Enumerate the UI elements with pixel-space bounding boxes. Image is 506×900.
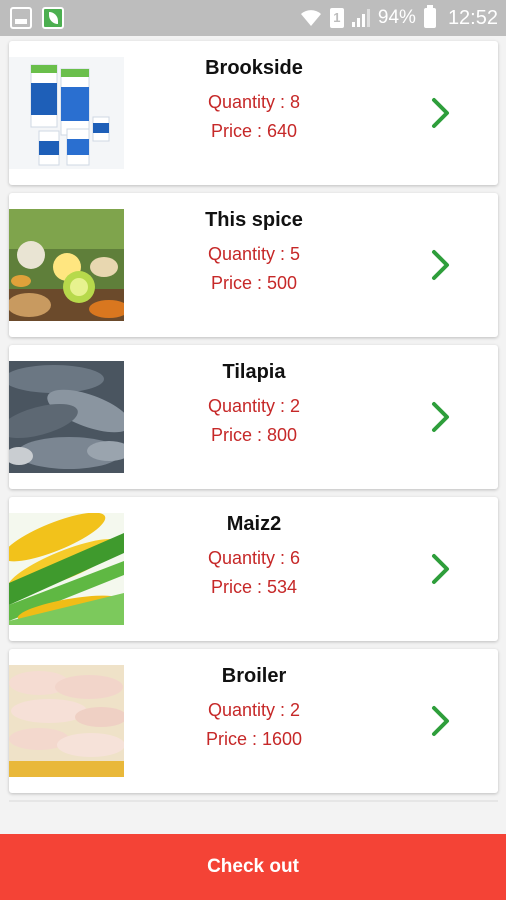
chevron-right-icon[interactable]	[430, 401, 452, 433]
product-name: Broiler	[221, 665, 287, 687]
product-info: Brookside Quantity : 8 Price : 640	[124, 57, 384, 146]
product-card[interactable]: This spice Quantity : 5 Price : 500	[9, 193, 498, 337]
battery-percent: 94%	[377, 7, 416, 28]
product-image-milk	[9, 57, 124, 169]
chevron-right-icon[interactable]	[430, 553, 452, 585]
wifi-icon	[300, 10, 321, 26]
product-price: Price : 500	[210, 273, 298, 293]
product-image-spices	[9, 209, 124, 321]
product-info: Maiz2 Quantity : 6 Price : 534	[124, 513, 384, 602]
product-card[interactable]: Maiz2 Quantity : 6 Price : 534	[9, 497, 498, 641]
chevron-right-icon[interactable]	[430, 249, 452, 281]
chevron-right-icon[interactable]	[430, 97, 452, 129]
product-card[interactable]: Brookside Quantity : 8 Price : 640	[9, 41, 498, 185]
product-info: This spice Quantity : 5 Price : 500	[124, 209, 384, 298]
product-price: Price : 640	[210, 121, 298, 141]
product-image-fish	[9, 361, 124, 473]
product-price: Price : 534	[210, 577, 298, 597]
clock: 12:52	[447, 6, 498, 29]
battery-icon	[423, 5, 436, 28]
gallery-notification-icon	[10, 7, 32, 29]
product-price: Price : 800	[210, 425, 298, 445]
status-bar: 1 94% 12:52	[0, 0, 506, 36]
product-quantity: Quantity : 5	[207, 244, 301, 264]
product-info: Tilapia Quantity : 2 Price : 800	[124, 361, 384, 450]
product-name: Brookside	[205, 57, 303, 79]
checkout-button[interactable]: Check out	[0, 834, 506, 900]
product-card[interactable]: Tilapia Quantity : 2 Price : 800	[9, 345, 498, 489]
list-end-divider	[9, 800, 498, 802]
product-name: This spice	[205, 209, 303, 231]
product-name: Tilapia	[222, 361, 286, 383]
chevron-right-icon[interactable]	[430, 705, 452, 737]
product-card[interactable]: Broiler Quantity : 2 Price : 1600	[9, 649, 498, 793]
product-quantity: Quantity : 8	[207, 92, 301, 112]
product-info: Broiler Quantity : 2 Price : 1600	[124, 665, 384, 754]
product-quantity: Quantity : 2	[207, 700, 301, 720]
product-quantity: Quantity : 2	[207, 396, 301, 416]
product-image-chicken	[9, 665, 124, 777]
product-image-corn	[9, 513, 124, 625]
sim-icon: 1	[329, 8, 344, 28]
signal-icon	[351, 9, 370, 27]
product-name: Maiz2	[226, 513, 282, 535]
leaf-app-notification-icon	[42, 7, 64, 29]
product-price: Price : 1600	[205, 729, 303, 749]
product-quantity: Quantity : 6	[207, 548, 301, 568]
